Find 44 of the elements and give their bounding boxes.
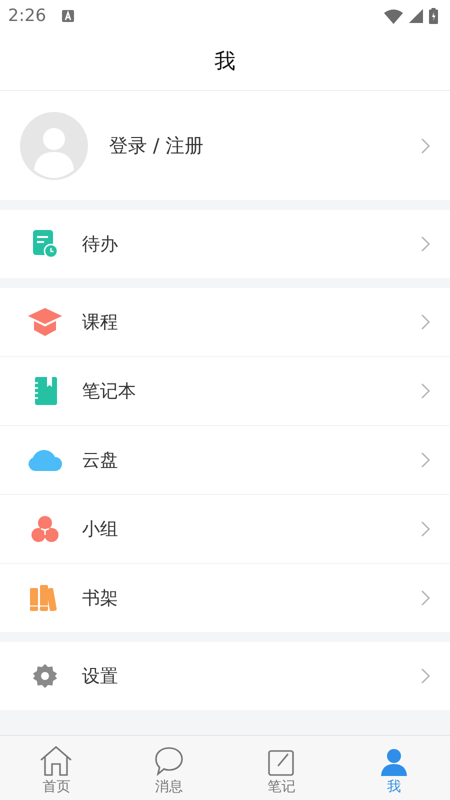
circles-icon (31, 515, 59, 543)
page-title: 我 (214, 48, 236, 75)
menu-item[interactable]: 课程 (0, 288, 450, 356)
chevron-icon (421, 383, 430, 399)
menu-label: 书架 (82, 587, 119, 610)
menu-item[interactable]: 待办 (0, 210, 450, 278)
menu-label: 课程 (82, 311, 119, 334)
menu-item[interactable]: 云盘 (0, 426, 450, 494)
menu-item[interactable]: 书架 (0, 564, 450, 632)
menu-label: 小组 (82, 518, 119, 541)
tab[interactable]: 消息 (112, 736, 225, 800)
signal-icon (409, 9, 423, 23)
wifi-icon (384, 8, 403, 24)
avatar-icon (20, 112, 88, 180)
menu-label: 设置 (82, 665, 119, 688)
chevron-icon (421, 314, 430, 330)
notification-icon (62, 10, 74, 22)
graduation-cap-icon (28, 308, 62, 336)
menu-item[interactable]: 笔记本 (0, 357, 450, 425)
battery-icon (429, 8, 438, 24)
checklist-icon (32, 230, 58, 258)
chevron-icon (421, 521, 430, 537)
chevron-icon (421, 668, 430, 684)
menu-label: 云盘 (82, 449, 119, 472)
chevron-icon (421, 452, 430, 468)
notebook-icon (33, 377, 57, 405)
home-icon (40, 746, 72, 776)
tab[interactable]: 首页 (0, 736, 112, 800)
status-time: 2:26 (8, 6, 46, 26)
chevron-icon (421, 590, 430, 606)
login-row[interactable]: 登录 / 注册 (0, 91, 450, 200)
login-label: 登录 / 注册 (109, 134, 204, 158)
menu-item[interactable]: 小组 (0, 495, 450, 563)
note-icon (268, 748, 294, 776)
menu-item[interactable]: 设置 (0, 642, 450, 710)
chevron-icon (421, 236, 430, 252)
cloud-icon (28, 449, 62, 471)
menu-label: 笔记本 (82, 380, 137, 403)
chat-bubble-icon (154, 746, 184, 776)
settings-icon (32, 663, 58, 689)
tab[interactable]: 笔记 (225, 736, 338, 800)
chevron-icon (421, 138, 430, 154)
person-icon (380, 748, 408, 776)
menu-label: 待办 (82, 233, 119, 256)
